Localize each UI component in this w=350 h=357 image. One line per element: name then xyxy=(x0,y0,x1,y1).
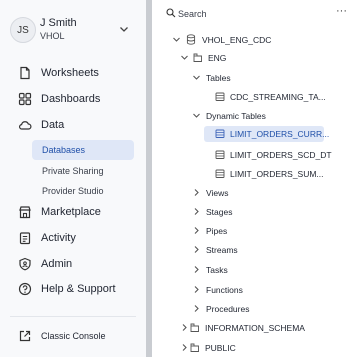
tree-node-views[interactable]: Views xyxy=(152,185,348,201)
tree-node-stages[interactable]: Stages xyxy=(152,204,348,220)
tree-node-label: Pipes xyxy=(206,226,228,236)
nav-label: Admin xyxy=(41,258,73,270)
chevron-right-icon xyxy=(194,208,199,215)
tree-node-label: LIMIT_ORDERS_SUM... xyxy=(230,169,324,179)
nav-private-sharing[interactable]: Private Sharing xyxy=(32,161,134,181)
account-switcher[interactable]: JS J Smith VHOL xyxy=(10,16,136,46)
nav-label: Worksheets xyxy=(41,67,99,79)
tree-node-label: Tables xyxy=(206,73,231,83)
account-role: VHOL xyxy=(40,31,65,41)
nav-worksheets[interactable]: Worksheets xyxy=(0,62,146,84)
grid-icon xyxy=(18,92,32,106)
nav-label: Data xyxy=(41,119,65,131)
schema-icon xyxy=(190,323,199,332)
nav-classic-console[interactable]: Classic Console xyxy=(0,325,146,347)
tree-node-schema[interactable]: PUBLIC xyxy=(152,340,348,356)
dynamic-table-icon xyxy=(215,169,225,178)
nav-data[interactable]: Data xyxy=(0,114,146,136)
tree-node-database[interactable]: VHOL_ENG_CDC xyxy=(152,32,348,48)
tree-node-label: CDC_STREAMING_TA... xyxy=(230,92,326,102)
tree-node-schema[interactable]: ENG xyxy=(152,50,348,66)
chevron-right-icon xyxy=(194,189,199,196)
clipboard-icon xyxy=(19,232,31,245)
help-icon xyxy=(18,282,32,296)
tree-node-functions[interactable]: Functions xyxy=(152,282,348,298)
nav-sub-label: Private Sharing xyxy=(42,166,104,176)
nav-help[interactable]: Help & Support xyxy=(0,278,146,300)
nav-databases[interactable]: Databases xyxy=(32,140,134,160)
tree-node-label: Procedures xyxy=(206,304,250,314)
shield-icon xyxy=(19,257,31,271)
chevron-down-icon xyxy=(193,75,200,80)
more-options-button[interactable]: ··· xyxy=(336,5,347,17)
database-icon xyxy=(186,34,196,45)
nav-sub-label: Provider Studio xyxy=(42,186,104,196)
nav-dashboards[interactable]: Dashboards xyxy=(0,88,146,110)
document-icon xyxy=(20,66,30,80)
tree-node-label: LIMIT_ORDERS_CURR... xyxy=(230,129,330,139)
tree-node-schema[interactable]: INFORMATION_SCHEMA xyxy=(152,320,348,336)
tree-node-dynamic-table[interactable]: LIMIT_ORDERS_SUM... xyxy=(208,166,348,182)
tree-node-label: LIMIT_ORDERS_SCD_DT xyxy=(230,150,332,160)
chevron-right-icon xyxy=(194,246,199,253)
nav-activity[interactable]: Activity xyxy=(0,227,146,249)
object-explorer: ··· VHOL_ENG_CDC ENG Tables CDC_STREAMIN… xyxy=(152,0,350,357)
account-name: J Smith xyxy=(40,17,77,29)
external-link-icon xyxy=(19,330,31,342)
tree-node-label: ENG xyxy=(208,53,227,63)
chevron-right-icon xyxy=(194,286,199,293)
chevron-right-icon xyxy=(194,266,199,273)
nav-marketplace[interactable]: Marketplace xyxy=(0,201,146,223)
tree-node-label: VHOL_ENG_CDC xyxy=(202,35,272,45)
tree-node-streams[interactable]: Streams xyxy=(152,242,348,258)
schema-icon xyxy=(190,343,199,352)
nav-sub-label: Databases xyxy=(42,145,86,155)
cloud-icon xyxy=(19,121,32,130)
tree-node-label: Functions xyxy=(206,285,243,295)
tree-node-label: Stages xyxy=(206,207,233,217)
chevron-down-icon xyxy=(181,55,188,60)
tree-node-procedures[interactable]: Procedures xyxy=(152,301,348,317)
nav-admin[interactable]: Admin xyxy=(0,253,146,275)
nav-label: Dashboards xyxy=(41,93,101,105)
nav-label: Help & Support xyxy=(41,283,116,295)
search-box[interactable] xyxy=(166,7,316,21)
dynamic-table-icon xyxy=(215,150,225,159)
chevron-right-icon xyxy=(182,324,187,331)
avatar: JS xyxy=(10,17,36,43)
tree-node-label: Tasks xyxy=(206,265,228,275)
chevron-right-icon xyxy=(182,344,187,351)
nav-label: Marketplace xyxy=(41,206,101,218)
table-icon xyxy=(215,92,225,101)
tree-node-label: INFORMATION_SCHEMA xyxy=(205,323,305,333)
search-icon xyxy=(166,8,176,18)
chevron-right-icon xyxy=(194,227,199,234)
search-input[interactable] xyxy=(178,7,308,21)
tree-node-dynamic-table[interactable]: LIMIT_ORDERS_SCD_DT xyxy=(208,147,348,163)
tree-node-tasks[interactable]: Tasks xyxy=(152,262,348,278)
tree-node-label: PUBLIC xyxy=(205,343,236,353)
dynamic-table-icon xyxy=(215,129,225,138)
nav-label: Classic Console xyxy=(41,331,106,341)
schema-icon xyxy=(193,53,202,62)
left-nav: JS J Smith VHOL Worksheets Dashboards Da… xyxy=(0,0,146,357)
tree-node-dynamic-tables[interactable]: Dynamic Tables xyxy=(152,108,348,124)
nav-provider-studio[interactable]: Provider Studio xyxy=(32,181,134,201)
chevron-right-icon xyxy=(194,305,199,312)
tree-node-label: Dynamic Tables xyxy=(206,111,266,121)
chevron-down-icon xyxy=(120,27,128,32)
tree-node-dynamic-table-selected[interactable]: LIMIT_ORDERS_CURR... xyxy=(204,126,329,142)
chevron-down-icon xyxy=(193,113,200,118)
tree-node-tables[interactable]: Tables xyxy=(152,70,348,86)
tree-node-label: Views xyxy=(206,188,229,198)
nav-label: Activity xyxy=(41,232,76,244)
chevron-down-icon xyxy=(173,37,180,42)
tree-node-label: Streams xyxy=(206,245,238,255)
divider xyxy=(10,316,136,317)
tree-node-pipes[interactable]: Pipes xyxy=(152,223,348,239)
tree-node-table[interactable]: CDC_STREAMING_TA... xyxy=(208,89,348,105)
storefront-icon xyxy=(19,206,31,219)
